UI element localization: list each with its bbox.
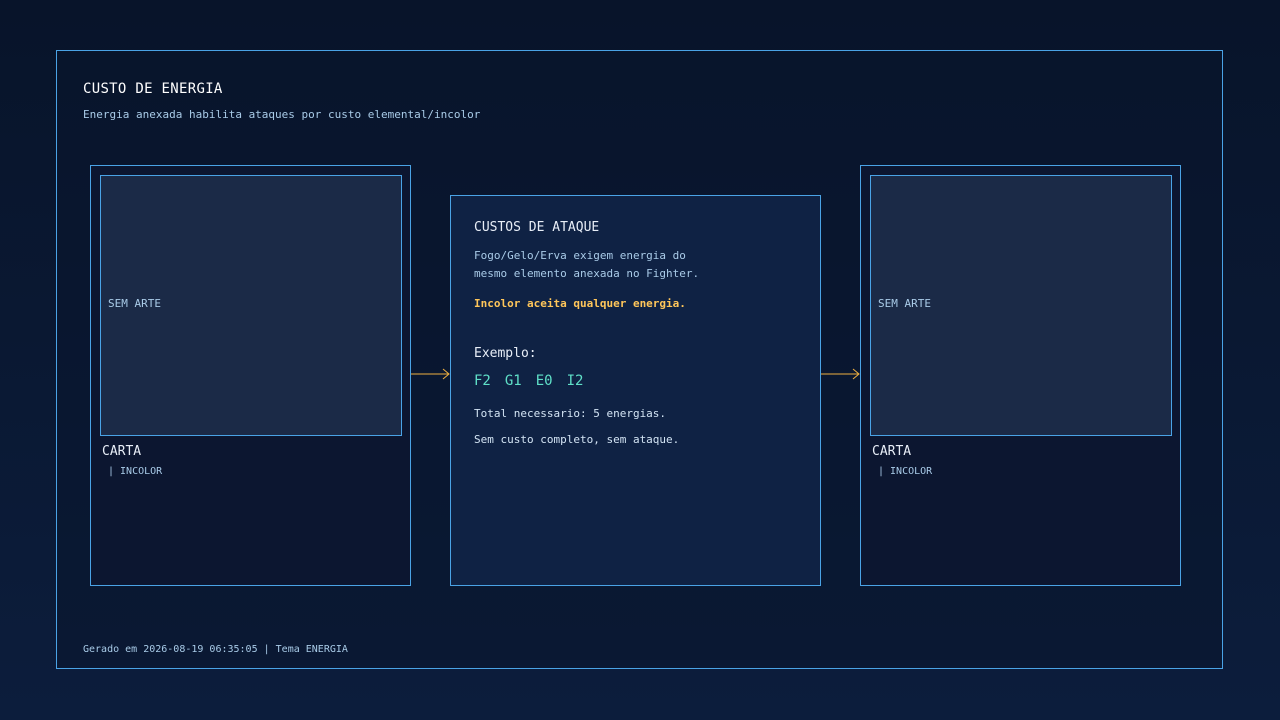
card-type: | INCOLOR: [108, 466, 163, 477]
arrow-right-icon: [821, 368, 860, 380]
energy-code: E0: [535, 373, 553, 389]
panel-description: Fogo/Gelo/Erva exigem energia do mesmo e…: [474, 247, 699, 283]
energy-code: F2: [474, 373, 491, 389]
card-art-label: SEM ARTE: [878, 297, 931, 310]
page-title: CUSTO DE ENERGIA: [83, 81, 223, 97]
footer-generated-info: Gerado em 2026-08-19 06:35:05 | Tema ENE…: [83, 644, 348, 655]
energy-code: I2: [566, 373, 584, 389]
card-left[interactable]: SEM ARTE CARTA | INCOLOR: [90, 165, 411, 586]
panel-total: Total necessario: 5 energias.: [474, 407, 667, 420]
panel-title: CUSTOS DE ATAQUE: [474, 220, 600, 235]
arrow-right-icon: [411, 368, 450, 380]
card-type: | INCOLOR: [878, 466, 933, 477]
card-art-placeholder: SEM ARTE: [870, 175, 1172, 436]
page-subtitle: Energia anexada habilita ataques por cus…: [83, 108, 481, 121]
panel-note: Sem custo completo, sem ataque.: [474, 433, 680, 446]
card-name: CARTA: [872, 444, 912, 459]
attack-costs-panel: CUSTOS DE ATAQUE Fogo/Gelo/Erva exigem e…: [450, 195, 821, 586]
card-art-placeholder: SEM ARTE: [100, 175, 402, 436]
panel-highlight: Incolor aceita qualquer energia.: [474, 297, 686, 310]
panel-description-line2: mesmo elemento anexada no Fighter.: [474, 267, 700, 280]
card-right[interactable]: SEM ARTE CARTA | INCOLOR: [860, 165, 1181, 586]
card-name: CARTA: [102, 444, 142, 459]
panel-description-line1: Fogo/Gelo/Erva exigem energia do: [474, 249, 686, 262]
card-art-label: SEM ARTE: [108, 297, 161, 310]
energy-codes: F2 G1 E0 I2: [474, 373, 583, 389]
panel-example-label: Exemplo:: [474, 346, 537, 361]
energy-code: G1: [504, 373, 522, 389]
